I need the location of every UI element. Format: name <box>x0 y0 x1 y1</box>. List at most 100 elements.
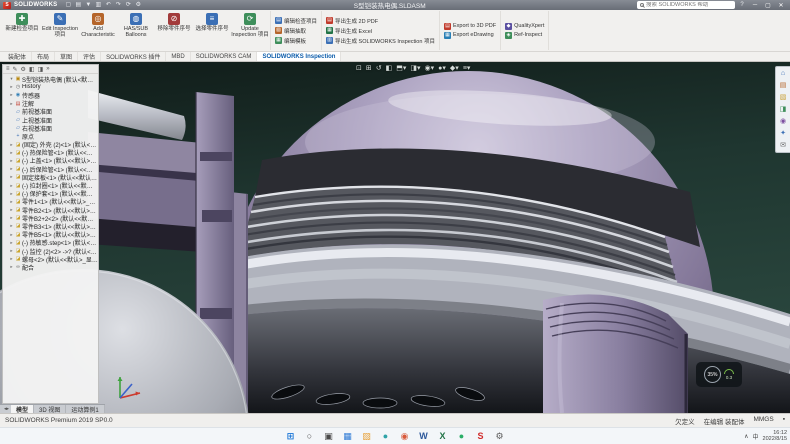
save-icon[interactable]: ▼ <box>84 1 92 10</box>
custom-properties-tab-icon[interactable]: ✦ <box>780 129 786 137</box>
close-button[interactable]: ✕ <box>775 1 787 10</box>
ref-inspect-button[interactable]: ◈ Ref-Inspect <box>505 32 544 39</box>
expand-arrow-icon[interactable]: ▸ <box>9 191 14 197</box>
expand-arrow-icon[interactable]: ▸ <box>9 142 14 148</box>
view-settings-icon[interactable]: ≡▾ <box>463 64 471 72</box>
expand-arrow-icon[interactable]: ▸ <box>9 215 14 221</box>
expand-arrow-icon[interactable]: ▸ <box>9 84 14 90</box>
solidworks-logo-icon[interactable]: S <box>3 2 11 9</box>
section-view-icon[interactable]: ◧ <box>386 64 393 72</box>
commandmanager-tab[interactable]: 评估 <box>78 52 101 61</box>
commandmanager-tab[interactable]: MBD <box>166 52 190 61</box>
expand-arrow-icon[interactable]: ▸ <box>9 166 14 172</box>
3d-model-canvas[interactable] <box>0 62 790 413</box>
update-inspection-button[interactable]: ⟳ Update Inspection 项目 <box>231 11 269 50</box>
featuremanager-tab-icon[interactable]: ≡ <box>6 66 10 72</box>
model-tab[interactable]: 3D 视图 <box>34 405 66 413</box>
help-search-input[interactable] <box>646 2 732 8</box>
displaymanager-tab-icon[interactable]: ◨ <box>38 66 44 73</box>
export-3d-pdf-button[interactable]: ▤ Export to 3D PDF <box>444 23 496 30</box>
commandmanager-tab[interactable]: 装配体 <box>3 52 32 61</box>
ime-indicator[interactable]: 中 <box>753 432 759 441</box>
expand-arrow-icon[interactable]: ▸ <box>9 174 14 180</box>
export-2d-pdf-button[interactable]: ▤ 导出生成 2D PDF <box>326 17 435 25</box>
dimxpert-tab-icon[interactable]: ◧ <box>29 66 35 73</box>
print-icon[interactable]: ▥ <box>94 1 102 10</box>
tree-item[interactable]: ▸ ◷ History <box>3 83 98 91</box>
add-characteristic-button[interactable]: ◎ Add Characteristic <box>79 11 117 50</box>
edit-inspection-project-button[interactable]: ✎ Edit Inspection 项目 <box>41 11 79 50</box>
expand-arrow-icon[interactable]: ▸ <box>9 92 14 98</box>
commandmanager-tab[interactable]: SOLIDWORKS Inspection <box>257 52 341 61</box>
minimize-button[interactable]: ─ <box>749 1 761 10</box>
expand-arrow-icon[interactable]: ▸ <box>9 232 14 238</box>
new-document-icon[interactable]: ▢ <box>64 1 72 10</box>
view-palette-tab-icon[interactable]: ◨ <box>780 105 787 113</box>
file-explorer-tab-icon[interactable]: ▧ <box>780 93 787 101</box>
export-edrawing-button[interactable]: ▦ Export eDrawing <box>444 32 496 39</box>
configurationmanager-tab-icon[interactable]: ⚙ <box>21 66 26 73</box>
expand-arrow-icon[interactable]: ▸ <box>9 248 14 254</box>
maximize-button[interactable]: ▢ <box>762 1 774 10</box>
edge-button[interactable]: ● <box>379 429 393 443</box>
export-inspection-project-button[interactable]: ▥ 导出生成 SOLIDWORKS Inspection 项目 <box>326 37 435 45</box>
zoom-fit-icon[interactable]: ⊡ <box>356 64 362 72</box>
zoom-area-icon[interactable]: ⊞ <box>366 64 372 72</box>
qualityxpert-button[interactable]: ◆ QualityXpert <box>505 23 544 30</box>
select-balloons-button[interactable]: ≡ 选择零件序号 <box>193 11 231 50</box>
redo-icon[interactable]: ↷ <box>114 1 122 10</box>
expand-arrow-icon[interactable]: ▸ <box>9 207 14 213</box>
tray-clock[interactable]: 16:12 2022/8/15 <box>763 430 787 442</box>
commandmanager-tab[interactable]: SOLIDWORKS 插件 <box>101 52 166 61</box>
widgets-button[interactable]: ▦ <box>341 429 355 443</box>
expand-arrow-icon[interactable]: ▸ <box>9 240 14 246</box>
wechat-button[interactable]: ● <box>455 429 469 443</box>
appearance-icon[interactable]: ●▾ <box>438 64 446 72</box>
expand-arrow-icon[interactable]: ▸ <box>9 223 14 229</box>
display-style-icon[interactable]: ◨▾ <box>410 64 420 72</box>
expand-arrow-icon[interactable]: ▸ <box>9 256 14 262</box>
hide-show-icon[interactable]: ◉▾ <box>425 64 435 72</box>
rebuild-icon[interactable]: ⟳ <box>124 1 132 10</box>
model-tab[interactable]: 模型 <box>11 405 34 413</box>
word-button[interactable]: W <box>417 429 431 443</box>
tree-item[interactable]: ▸ ∞ 配合 <box>3 263 98 271</box>
options-icon[interactable]: ⚙ <box>134 1 142 10</box>
search-button[interactable]: ○ <box>303 429 317 443</box>
task-view-button[interactable]: ▣ <box>322 429 336 443</box>
excel-button[interactable]: X <box>436 429 450 443</box>
expand-arrow-icon[interactable]: ▸ <box>9 183 14 189</box>
tab-scroll-arrows[interactable]: ◂▸ <box>2 405 11 413</box>
view-orientation-icon[interactable]: ⬒▾ <box>396 64 406 72</box>
start-button[interactable]: ⊞ <box>284 429 298 443</box>
solidworks-button[interactable]: S <box>474 429 488 443</box>
tree-item[interactable]: ▱ 右视基准面 <box>3 124 98 132</box>
open-document-icon[interactable]: ▤ <box>74 1 82 10</box>
forum-tab-icon[interactable]: ✉ <box>780 141 786 149</box>
expand-arrow-icon[interactable]: ▸ <box>9 101 14 107</box>
commandmanager-tab[interactable]: 布局 <box>32 52 55 61</box>
expand-tabs-icon[interactable]: » <box>46 66 49 72</box>
new-inspection-project-button[interactable]: ✚ 新建检查项目 <box>3 11 41 50</box>
scene-icon[interactable]: ◆▾ <box>450 64 459 72</box>
appearances-tab-icon[interactable]: ◉ <box>780 117 786 125</box>
export-excel-button[interactable]: ▦ 导出生成 Excel <box>326 27 435 35</box>
remove-balloons-button[interactable]: ⊘ 移除零件序号 <box>155 11 193 50</box>
tray-chevron-icon[interactable]: ∧ <box>744 433 748 440</box>
expand-arrow-icon[interactable]: ▸ <box>9 150 14 156</box>
commandmanager-tab[interactable]: SOLIDWORKS CAM <box>191 52 258 61</box>
edit-template-button[interactable]: ▦ 编辑模板 <box>275 37 317 45</box>
settings-button[interactable]: ⚙ <box>493 429 507 443</box>
browser-button[interactable]: ◉ <box>398 429 412 443</box>
edit-extraction-button[interactable]: ▧ 编辑抽取 <box>275 27 317 35</box>
file-explorer-button[interactable]: ▧ <box>360 429 374 443</box>
model-tab[interactable]: 运动算例1 <box>66 405 104 413</box>
edit-inspection-report-button[interactable]: ▤ 编辑检查项目 <box>275 17 317 25</box>
tree-item[interactable]: ▸ ◪ 螺母<2> (默认<<默认>_显示状态 <box>3 255 98 263</box>
design-library-tab-icon[interactable]: ▤ <box>780 81 787 89</box>
undo-icon[interactable]: ↶ <box>104 1 112 10</box>
tree-item[interactable]: ▾ ▣ S型铠装热电偶 (默认<默认>_显示状态-1 <box>3 75 98 83</box>
expand-arrow-icon[interactable]: ▸ <box>9 158 14 164</box>
previous-view-icon[interactable]: ↺ <box>376 64 382 72</box>
expand-arrow-icon[interactable]: ▾ <box>9 76 14 82</box>
